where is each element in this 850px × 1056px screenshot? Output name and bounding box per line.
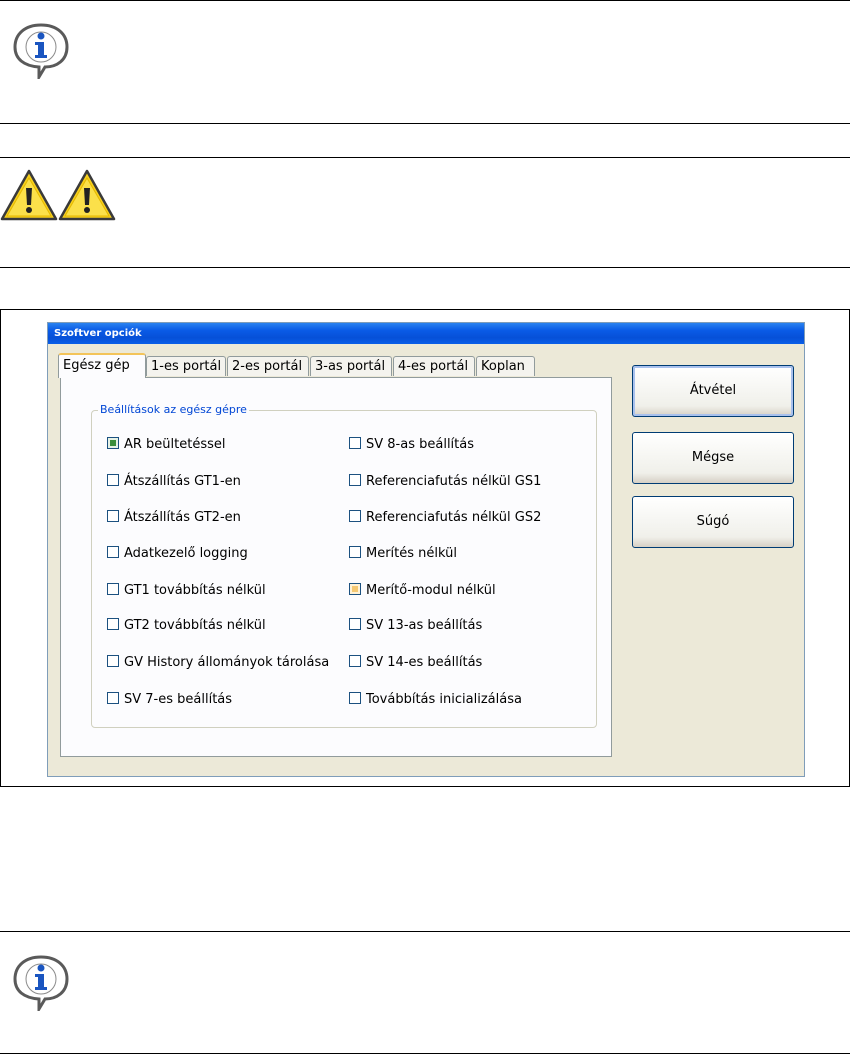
option-label: Átszállítás GT1-en <box>124 474 241 489</box>
tab-panel: Beállítások az egész gépre AR beültetéss… <box>60 377 612 757</box>
option-label: SV 8-as beállítás <box>366 437 474 452</box>
option-merites-nelkul[interactable]: Merítés nélkül <box>349 546 457 562</box>
option-sv8[interactable]: SV 8-as beállítás <box>349 437 474 453</box>
checkbox[interactable] <box>349 692 361 704</box>
separator-line <box>0 1053 850 1054</box>
warning-icon <box>58 169 116 221</box>
tab-portal-3[interactable]: 3-as portál <box>310 356 392 376</box>
checkbox[interactable] <box>107 583 119 595</box>
option-sv7[interactable]: SV 7-es beállítás <box>107 692 232 708</box>
info-icon <box>13 955 69 1011</box>
option-label: GT1 továbbítás nélkül <box>124 583 266 598</box>
checkbox[interactable] <box>107 655 119 667</box>
option-label: SV 14-es beállítás <box>366 655 483 670</box>
option-label: Referenciafutás nélkül GS1 <box>366 474 542 489</box>
option-label: Átszállítás GT2-en <box>124 510 241 525</box>
option-label: Továbbítás inicializálása <box>366 692 522 707</box>
checkbox[interactable] <box>349 618 361 630</box>
checkbox[interactable] <box>107 510 119 522</box>
option-label: Merítő-modul nélkül <box>366 583 496 598</box>
screenshot-frame: Szoftver opciók Egész gép 1-es portál 2-… <box>0 309 850 787</box>
info-icon <box>13 23 69 79</box>
checkbox[interactable] <box>349 655 361 667</box>
option-label: AR beültetéssel <box>124 437 226 452</box>
option-atszallitas-gt2[interactable]: Átszállítás GT2-en <box>107 510 241 526</box>
apply-button[interactable]: Átvétel <box>632 365 794 417</box>
option-label: GV History állományok tárolása <box>124 655 330 670</box>
option-label: GT2 továbbítás nélkül <box>124 618 266 633</box>
checkbox[interactable] <box>349 474 361 486</box>
tab-portal-4[interactable]: 4-es portál <box>393 356 475 376</box>
option-label: Referenciafutás nélkül GS2 <box>366 510 542 525</box>
checkbox[interactable] <box>349 510 361 522</box>
option-referenciafutas-gs2[interactable]: Referenciafutás nélkül GS2 <box>349 510 541 526</box>
option-merito-modul[interactable]: Merítő-modul nélkül <box>349 583 496 599</box>
software-options-dialog: Szoftver opciók Egész gép 1-es portál 2-… <box>47 322 805 777</box>
tab-portal-1[interactable]: 1-es portál <box>146 356 226 376</box>
option-gv-history[interactable]: GV History állományok tárolása <box>107 655 329 671</box>
separator-line <box>0 931 850 932</box>
checkbox[interactable] <box>107 546 119 558</box>
separator-line <box>0 0 850 1</box>
option-sv13[interactable]: SV 13-as beállítás <box>349 618 482 634</box>
option-label: SV 7-es beállítás <box>124 692 233 707</box>
help-button[interactable]: Súgó <box>632 496 794 548</box>
option-label: Merítés nélkül <box>366 546 457 561</box>
checkbox[interactable] <box>107 437 119 449</box>
tab-koplan[interactable]: Koplan <box>476 356 535 376</box>
dialog-title: Szoftver opciók <box>48 323 804 344</box>
tab-portal-2[interactable]: 2-es portál <box>227 356 309 376</box>
checkbox[interactable] <box>107 692 119 704</box>
option-ar-beultetessel[interactable]: AR beültetéssel <box>107 437 226 453</box>
warning-icon <box>0 169 58 221</box>
separator-line <box>0 123 850 124</box>
option-tovabbitas-init[interactable]: Továbbítás inicializálása <box>349 692 522 708</box>
option-atszallitas-gt1[interactable]: Átszállítás GT1-en <box>107 474 241 490</box>
checkbox[interactable] <box>107 474 119 486</box>
checkbox[interactable] <box>349 546 361 558</box>
checkbox[interactable] <box>349 437 361 449</box>
cancel-button[interactable]: Mégse <box>632 432 794 484</box>
option-referenciafutas-gs1[interactable]: Referenciafutás nélkül GS1 <box>349 474 541 490</box>
option-gt2-tovabbitas[interactable]: GT2 továbbítás nélkül <box>107 618 266 634</box>
separator-line <box>0 267 850 268</box>
checkbox[interactable] <box>349 583 361 595</box>
option-sv14[interactable]: SV 14-es beállítás <box>349 655 482 671</box>
option-adatkezelo-logging[interactable]: Adatkezelő logging <box>107 546 248 562</box>
option-label: Adatkezelő logging <box>124 546 248 561</box>
checkbox[interactable] <box>107 618 119 630</box>
option-label: SV 13-as beállítás <box>366 618 483 633</box>
separator-line <box>0 157 850 158</box>
option-gt1-tovabbitas[interactable]: GT1 továbbítás nélkül <box>107 583 266 599</box>
settings-group: Beállítások az egész gépre AR beültetéss… <box>91 403 597 728</box>
group-title: Beállítások az egész gépre <box>98 403 249 416</box>
tab-egesz-gep[interactable]: Egész gép <box>58 353 146 378</box>
